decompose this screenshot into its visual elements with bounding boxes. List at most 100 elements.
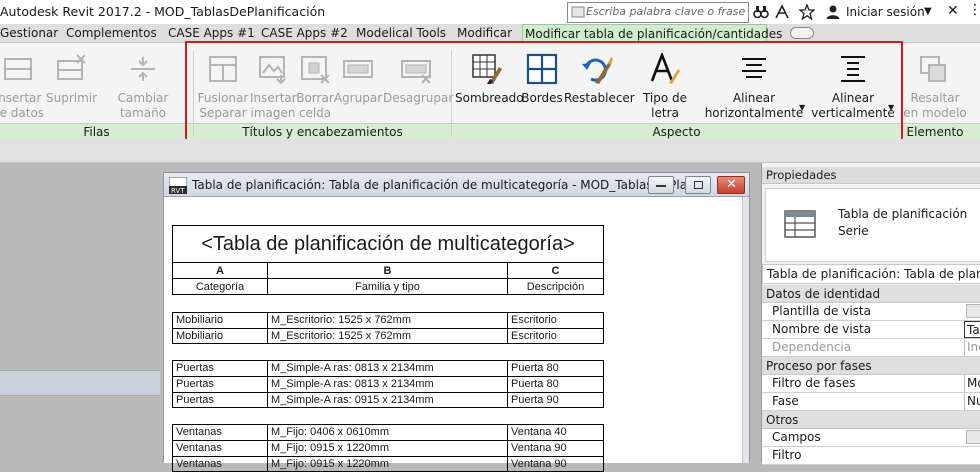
schedule-group: Puertas M_Simple-A ras: 0813 x 2134mm Pu… — [172, 360, 604, 408]
delete-row-button[interactable]: Suprimir — [46, 49, 97, 125]
column-letter[interactable]: A — [173, 263, 268, 278]
edit-button[interactable] — [966, 304, 980, 318]
subscription-icon[interactable] — [774, 4, 790, 20]
table-cell[interactable]: Ventana 40 — [508, 425, 603, 440]
table-row[interactable]: Puertas M_Simple-A ras: 0813 x 2134mm Pu… — [173, 361, 603, 377]
vertical-scrollbar[interactable] — [742, 197, 749, 463]
search-input[interactable]: Escriba palabra clave o frase — [586, 5, 745, 18]
type-selector[interactable]: Tabla de planificación Serie — [765, 188, 980, 262]
minimize-icon — [656, 185, 666, 187]
header-cell[interactable]: Categoría — [173, 279, 268, 294]
property-label: Fase — [772, 394, 799, 408]
column-letter[interactable]: C — [508, 263, 603, 278]
table-cell[interactable]: M_Simple-A ras: 0813 x 2134mm — [268, 361, 508, 376]
table-cell[interactable]: Puerta 80 — [508, 377, 603, 392]
minimize-button[interactable] — [648, 176, 674, 194]
table-cell[interactable]: Ventanas — [173, 425, 268, 440]
property-row[interactable]: Nombre de vista Ta — [762, 321, 980, 339]
group-datos-identidad[interactable]: Datos de identidad — [762, 285, 980, 303]
property-value[interactable]: Mo — [964, 375, 980, 392]
schedule-table-title[interactable]: <Tabla de planificación de multicategorí… — [172, 225, 604, 263]
search-box[interactable]: Escriba palabra clave o frase — [567, 2, 749, 23]
group-proceso-fases[interactable]: Proceso por fases — [762, 357, 980, 375]
schedule-header-row: Categoría Familia y tipo Descripción — [172, 278, 604, 295]
panel-filas-title: Filas — [83, 125, 110, 139]
resize-row-button[interactable]: Cambiar tamaño — [97, 49, 189, 125]
favorites-star-icon[interactable] — [799, 4, 815, 20]
table-cell[interactable]: Ventanas — [173, 457, 268, 472]
insert-row-icon — [4, 58, 32, 80]
table-cell[interactable]: Puertas — [173, 377, 268, 392]
insert-data-row-label: Insertar de datos — [0, 91, 45, 120]
table-row[interactable]: Ventanas M_Fijo: 0406 x 0610mm Ventana 4… — [173, 425, 603, 441]
close-icon[interactable]: ✕ — [947, 3, 959, 19]
property-row[interactable]: Fase Nu — [762, 393, 980, 411]
table-cell[interactable]: M_Simple-A ras: 0915 x 2134mm — [268, 393, 508, 408]
property-row[interactable]: Filtro — [762, 447, 980, 465]
search-field-icon — [571, 6, 585, 18]
table-row[interactable]: Ventanas M_Fijo: 0915 x 1220mm Ventana 9… — [173, 441, 603, 457]
property-row[interactable]: Plantilla de vista — [762, 303, 980, 321]
minimize-ribbon-toggle[interactable] — [790, 27, 814, 39]
table-cell[interactable]: Ventana 90 — [508, 457, 603, 472]
property-value-input[interactable]: Ta — [964, 321, 980, 338]
table-cell[interactable]: M_Fijo: 0915 x 1220mm — [268, 441, 508, 456]
chevron-down-icon[interactable]: ▼ — [924, 6, 932, 17]
user-icon[interactable] — [825, 4, 841, 20]
table-cell[interactable]: M_Fijo: 0406 x 0610mm — [268, 425, 508, 440]
schedule-window-title: Tabla de planificación: Tabla de planifi… — [192, 178, 699, 192]
svg-text:RVT: RVT — [171, 187, 185, 194]
signin-label[interactable]: Iniciar sesión — [846, 5, 925, 19]
table-row[interactable]: Mobiliario M_Escritorio: 1525 x 762mm Es… — [173, 329, 603, 344]
table-row[interactable]: Puertas M_Simple-A ras: 0915 x 2134mm Pu… — [173, 393, 603, 408]
schedule-group: Ventanas M_Fijo: 0406 x 0610mm Ventana 4… — [172, 424, 604, 472]
close-icon: ✕ — [726, 177, 737, 192]
maximize-button[interactable] — [685, 176, 711, 194]
table-cell[interactable]: Puertas — [173, 393, 268, 408]
header-cell[interactable]: Descripción — [508, 279, 603, 294]
property-label: Dependencia — [772, 340, 852, 354]
property-row[interactable]: Campos — [762, 429, 980, 447]
property-label: Campos — [772, 430, 821, 444]
table-row[interactable]: Puertas M_Simple-A ras: 0813 x 2134mm Pu… — [173, 377, 603, 393]
binoculars-icon[interactable] — [753, 4, 769, 20]
table-cell[interactable]: M_Simple-A ras: 0813 x 2134mm — [268, 377, 508, 392]
property-value[interactable]: Nu — [964, 393, 980, 410]
insert-data-row-button[interactable]: Insertar de datos — [0, 49, 48, 125]
table-cell[interactable]: Mobiliario — [173, 313, 268, 328]
table-row[interactable]: Ventanas M_Fijo: 0915 x 1220mm Ventana 9… — [173, 457, 603, 472]
table-cell[interactable]: M_Escritorio: 1525 x 762mm — [268, 313, 508, 328]
table-cell[interactable]: M_Escritorio: 1525 x 762mm — [268, 329, 508, 344]
title-bar: Autodesk Revit 2017.2 - MOD_TablasDePlan… — [0, 0, 980, 24]
delete-row-icon — [57, 54, 86, 80]
property-row[interactable]: Filtro de fases Mo — [762, 375, 980, 393]
table-cell[interactable]: Escritorio — [508, 329, 603, 344]
header-cell[interactable]: Familia y tipo — [268, 279, 508, 294]
table-cell[interactable]: Mobiliario — [173, 329, 268, 344]
table-cell[interactable]: Puertas — [173, 361, 268, 376]
highlight-in-model-button[interactable]: Resaltar en modelo — [903, 49, 967, 125]
table-cell[interactable]: Ventanas — [173, 441, 268, 456]
property-row: Dependencia Inc — [762, 339, 980, 357]
schedule-title-bar[interactable]: RVT Tabla de planificación: Tabla de pla… — [164, 173, 749, 197]
table-row[interactable]: Mobiliario M_Escritorio: 1525 x 762mm Es… — [173, 313, 603, 329]
options-bar — [0, 139, 980, 163]
schedule-table-icon — [784, 210, 816, 238]
table-cell[interactable]: Escritorio — [508, 313, 603, 328]
view-tab-strip — [0, 370, 160, 396]
properties-panel: Propiedades Tabla de planificación Serie… — [761, 163, 980, 465]
table-cell[interactable]: Puerta 90 — [508, 393, 603, 408]
instance-filter-dropdown[interactable]: Tabla de planificación: Tabla de planifi… — [762, 264, 980, 284]
column-letter[interactable]: B — [268, 263, 508, 278]
table-cell[interactable]: M_Fijo: 0915 x 1220mm — [268, 457, 508, 472]
tab-complementos[interactable]: Complementos — [64, 24, 159, 43]
edit-button[interactable] — [966, 430, 980, 444]
property-label: Nombre de vista — [772, 322, 872, 336]
group-otros[interactable]: Otros — [762, 411, 980, 429]
exchange-apps-icon[interactable]: ⋮ — [968, 2, 980, 18]
table-cell[interactable]: Ventana 90 — [508, 441, 603, 456]
tab-gestionar[interactable]: Gestionar — [0, 24, 60, 43]
close-button[interactable]: ✕ — [717, 176, 745, 194]
schedule-canvas[interactable]: <Tabla de planificación de multicategorí… — [164, 197, 749, 472]
table-cell[interactable]: Puerta 80 — [508, 361, 603, 376]
